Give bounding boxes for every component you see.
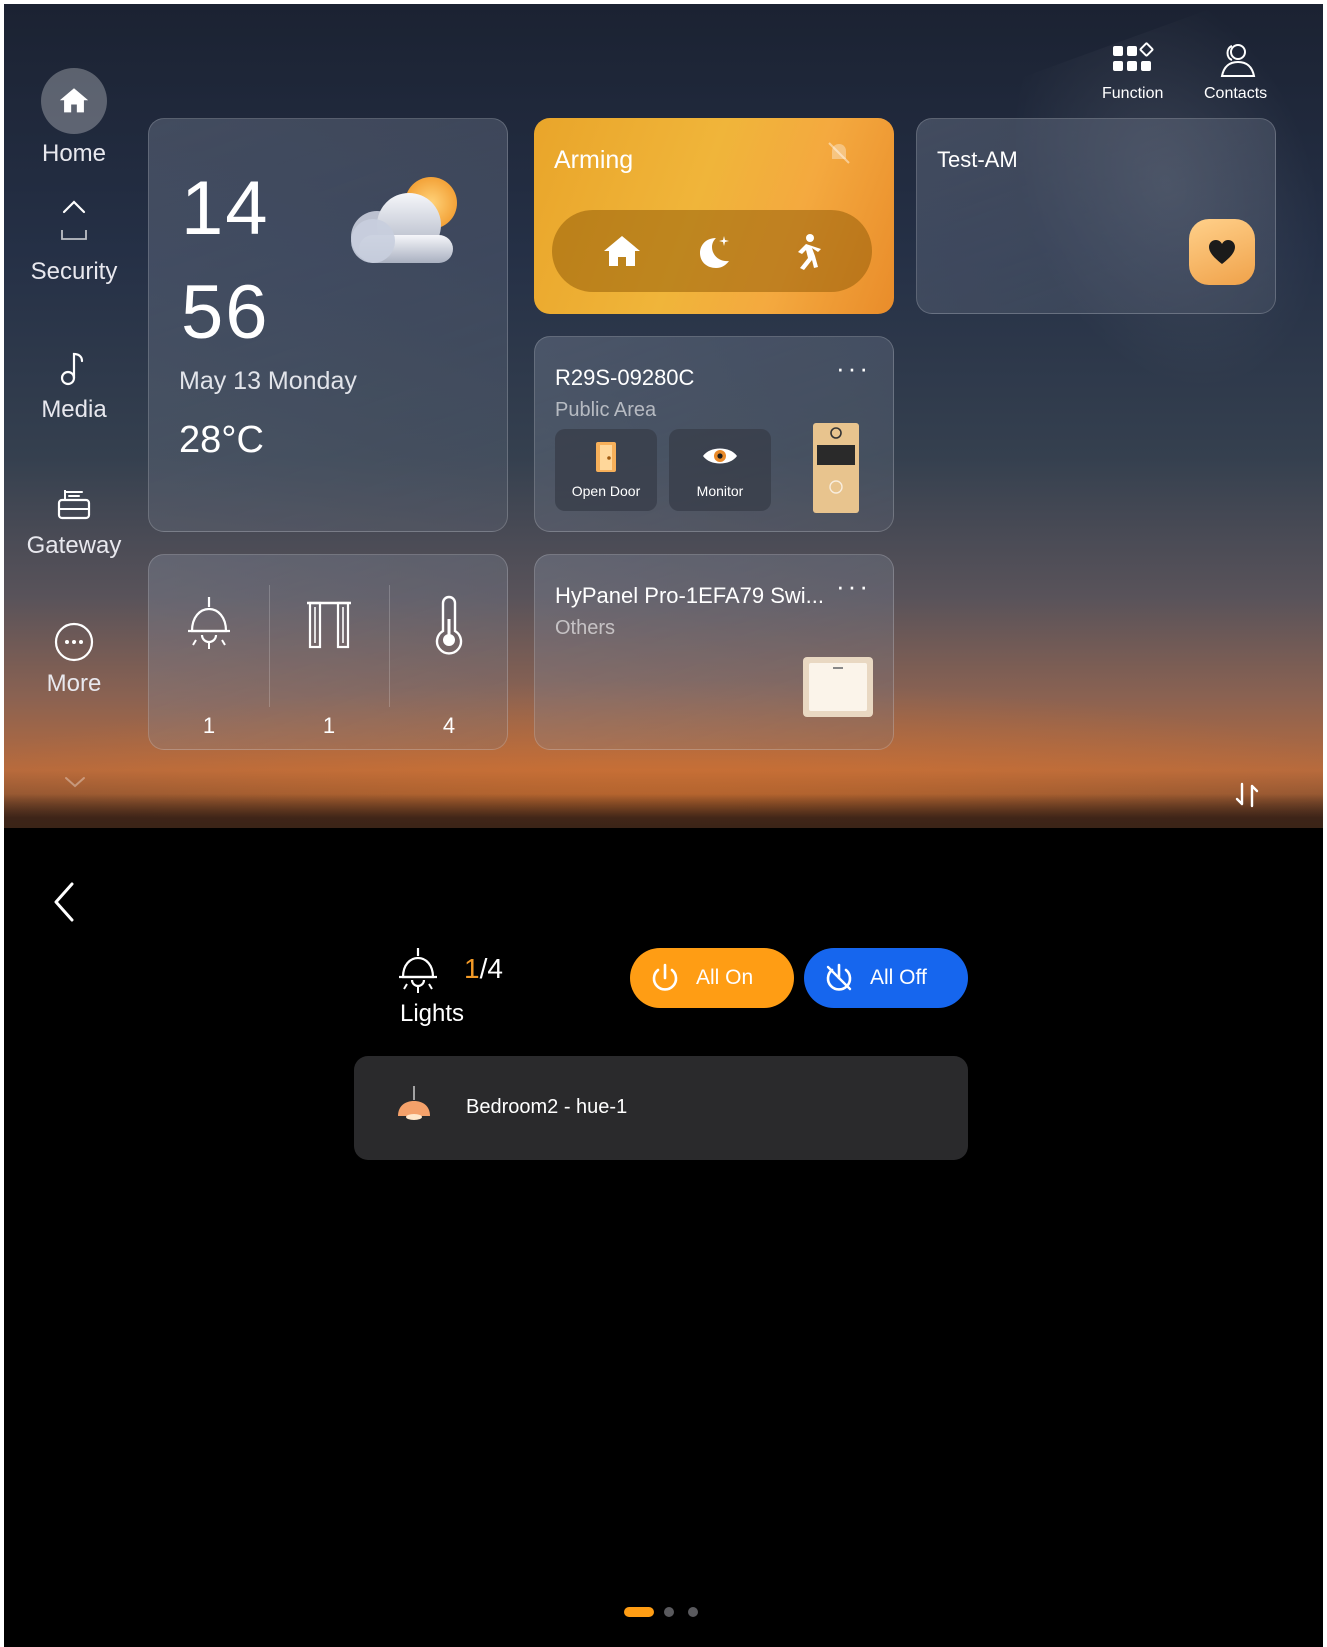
page-dot-active[interactable]	[624, 1607, 654, 1617]
device-name: Bedroom2 - hue-1	[466, 1096, 628, 1118]
app-frame: Home Security Media Gateway More Functio…	[4, 4, 1323, 1647]
night-mode-icon[interactable]	[692, 230, 736, 274]
contacts-icon	[1220, 44, 1255, 77]
power-icon	[652, 963, 678, 991]
bell-off-icon[interactable]	[824, 138, 854, 168]
back-arrow-icon[interactable]	[46, 878, 82, 926]
date-text: May 13 Monday	[179, 367, 357, 395]
lights-panel: 1/4 Lights All On All Off Bedroom2 - hue…	[4, 828, 1323, 1647]
more-circle-icon	[54, 622, 94, 662]
device-summary-card[interactable]: 1 1 4	[148, 554, 508, 750]
clock-minute: 56	[181, 270, 270, 355]
sidebar-item-label: More	[46, 670, 102, 697]
lights-on-count: 1/4	[464, 953, 503, 985]
heart-app-icon[interactable]	[1189, 219, 1255, 285]
pendant-lamp-icon	[398, 1086, 430, 1120]
chevron-up-icon	[62, 200, 86, 214]
function-grid-icon	[1112, 42, 1154, 71]
door-icon	[596, 442, 616, 472]
all-off-label: All Off	[870, 966, 927, 989]
more-options-icon[interactable]: ···	[836, 573, 871, 599]
temperature-text: 28°C	[179, 419, 264, 461]
page-dot[interactable]	[664, 1607, 674, 1617]
home-mode-icon[interactable]	[600, 230, 644, 274]
sidebar-item-label: Gateway	[26, 532, 122, 559]
sidebar-item-home[interactable]: Home	[4, 68, 144, 168]
clock-hour: 14	[181, 166, 270, 251]
all-on-label: All On	[696, 966, 754, 989]
sidebar-item-security[interactable]: Security	[4, 192, 144, 286]
lights-count: 1	[202, 713, 216, 738]
switch-subtitle: Others	[555, 617, 616, 639]
chevron-down-icon[interactable]	[60, 774, 90, 790]
intercom-card[interactable]: R29S-09280C Public Area ··· Open Door Mo…	[534, 336, 894, 532]
test-am-title: Test-AM	[937, 147, 1018, 172]
curtains-count: 1	[322, 713, 336, 738]
eye-icon	[703, 448, 737, 464]
switch-title: HyPanel Pro-1EFA79 Swi...	[555, 583, 825, 608]
sidebar-item-label: Home	[41, 140, 107, 167]
arming-card[interactable]: Arming	[534, 118, 894, 314]
power-off-icon	[826, 963, 852, 991]
security-icon	[61, 230, 87, 240]
monitor-label: Monitor	[696, 483, 744, 499]
intercom-title: R29S-09280C	[555, 365, 695, 390]
intercom-subtitle: Public Area	[555, 399, 657, 421]
curtains-summary[interactable]: 1	[269, 595, 389, 738]
arming-title: Arming	[554, 146, 634, 174]
home-dashboard: Home Security Media Gateway More Functio…	[4, 4, 1323, 828]
function-button[interactable]: Function	[1102, 42, 1163, 103]
lights-on-number: 1	[464, 953, 480, 984]
page-indicator	[4, 1605, 1323, 1619]
arming-mode-selector	[552, 210, 872, 292]
sidebar-item-label: Security	[30, 258, 118, 285]
open-door-label: Open Door	[571, 483, 641, 499]
all-off-button[interactable]: All Off	[804, 948, 968, 1008]
sidebar-item-gateway[interactable]: Gateway	[4, 482, 144, 560]
function-label: Function	[1102, 85, 1164, 102]
lights-total: /4	[479, 953, 503, 984]
partly-cloudy-icon	[351, 177, 457, 263]
background-hills	[4, 794, 1323, 828]
sidebar-item-label: Media	[41, 396, 107, 423]
all-on-button[interactable]: All On	[630, 948, 794, 1008]
contacts-button[interactable]: Contacts	[1204, 42, 1267, 103]
light-device-row[interactable]: Bedroom2 - hue-1	[354, 1056, 968, 1160]
clock-weather-card[interactable]: 14 56 May 13 Monday 28°C	[148, 118, 508, 532]
gateway-router-icon	[57, 490, 91, 520]
home-icon	[41, 68, 107, 134]
sort-toggle-icon[interactable]	[1230, 778, 1264, 812]
open-door-button[interactable]: Open Door	[555, 429, 657, 511]
away-mode-icon[interactable]	[784, 230, 828, 274]
thermometer-icon	[435, 595, 463, 655]
ceiling-light-icon	[399, 948, 437, 993]
music-note-icon	[60, 352, 84, 386]
lights-summary[interactable]: 1	[149, 595, 269, 738]
monitor-button[interactable]: Monitor	[669, 429, 771, 511]
wall-switch-icon[interactable]	[801, 655, 875, 719]
sensors-summary[interactable]: 4	[389, 595, 509, 738]
sidebar-item-more[interactable]: More	[4, 620, 144, 698]
page-dot[interactable]	[688, 1607, 698, 1617]
ceiling-light-icon	[188, 597, 230, 649]
test-am-card[interactable]: Test-AM	[916, 118, 1276, 314]
sidebar-item-media[interactable]: Media	[4, 346, 144, 424]
lights-label: Lights	[400, 1000, 465, 1027]
sensors-count: 4	[442, 713, 456, 738]
contacts-label: Contacts	[1204, 85, 1268, 102]
switch-card[interactable]: HyPanel Pro-1EFA79 Swi... Others ···	[534, 554, 894, 750]
more-options-icon[interactable]: ···	[836, 355, 871, 381]
curtain-icon	[307, 601, 351, 649]
door-station-device-icon	[813, 423, 859, 513]
